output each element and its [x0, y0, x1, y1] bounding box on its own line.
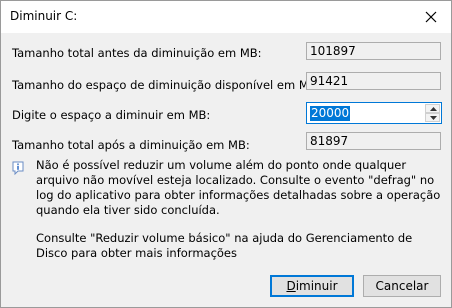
available-space-value: 91421	[306, 72, 441, 90]
spin-down-button[interactable]	[425, 113, 440, 122]
total-before-label: Tamanho total antes da diminuição em MB:	[12, 46, 262, 60]
close-icon	[425, 11, 437, 23]
cancel-button[interactable]: Cancelar	[363, 275, 441, 297]
info-icon	[12, 161, 24, 175]
help-reference-text: Consulte "Reduzir volume básico" na ajud…	[36, 231, 413, 260]
total-before-value: 101897	[306, 42, 441, 60]
shrink-button-mnemonic: D	[286, 279, 296, 293]
available-space-label: Tamanho do espaço de diminuição disponív…	[12, 78, 321, 92]
info-message: Não é possível reduzir um volume além do…	[36, 158, 441, 217]
chevron-up-icon	[430, 107, 437, 111]
shrink-button-label: iminuir	[295, 279, 338, 293]
chevron-down-icon	[430, 116, 437, 120]
total-after-value: 81897	[306, 132, 441, 150]
shrink-amount-input[interactable]	[308, 104, 426, 122]
window-title: Diminuir C:	[10, 9, 78, 23]
shrink-volume-dialog: Diminuir C: Tamanho total antes da dimin…	[0, 0, 452, 308]
close-button[interactable]	[411, 1, 451, 33]
total-after-label: Tamanho total após a diminuição em MB:	[12, 138, 250, 152]
shrink-amount-spinbox[interactable]: 20000	[306, 102, 442, 124]
spin-buttons	[425, 104, 440, 122]
shrink-amount-label: Digite o espaço a diminuir em MB:	[12, 108, 211, 122]
shrink-button[interactable]: Diminuir	[270, 275, 354, 297]
spin-up-button[interactable]	[425, 104, 440, 113]
title-bar: Diminuir C:	[1, 1, 451, 33]
